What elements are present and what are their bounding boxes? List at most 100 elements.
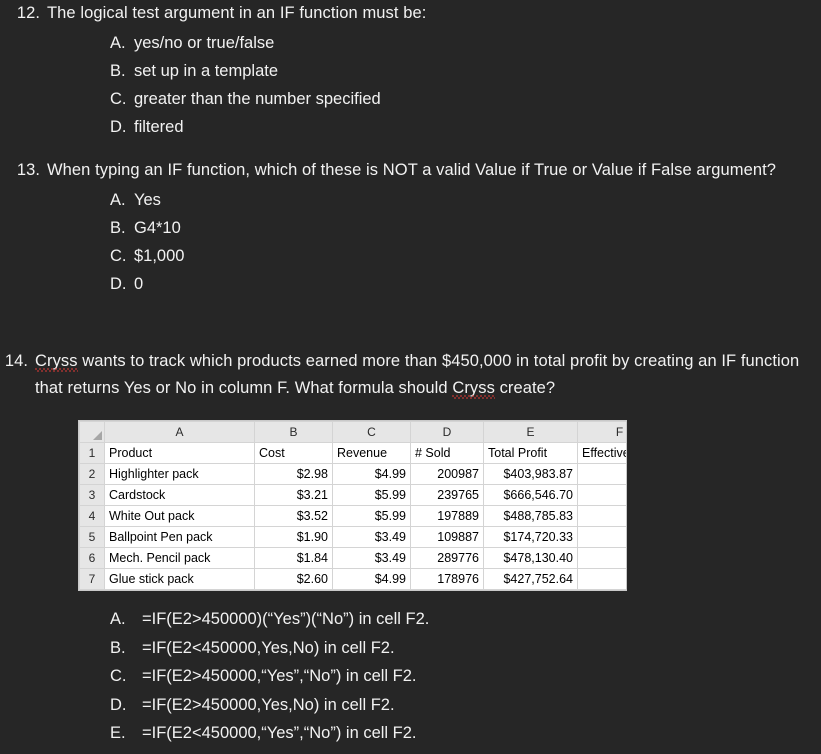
- cell-d6[interactable]: 289776: [410, 547, 484, 569]
- question-13-option-c[interactable]: C. $1,000: [110, 242, 821, 270]
- cell-c4[interactable]: $5.99: [332, 505, 411, 527]
- question-14-option-a[interactable]: A. =IF(E2>450000)(“Yes”)(“No”) in cell F…: [110, 605, 821, 634]
- cell-b4[interactable]: $3.52: [254, 505, 333, 527]
- option-text: =IF(E2<450000,Yes,No) in cell F2.: [142, 638, 395, 657]
- cell-d1[interactable]: # Sold: [410, 442, 484, 464]
- cell-b7[interactable]: $2.60: [254, 568, 333, 590]
- table-row: 1 Product Cost Revenue # Sold Total Prof…: [79, 442, 626, 464]
- cell-a5[interactable]: Ballpoint Pen pack: [104, 526, 255, 548]
- column-header-a[interactable]: A: [104, 421, 255, 443]
- cell-f5[interactable]: [577, 526, 626, 548]
- question-12-option-b[interactable]: B. set up in a template: [110, 57, 821, 85]
- select-all-corner[interactable]: [79, 421, 105, 443]
- quiz-page: 12. The logical test argument in an IF f…: [0, 0, 821, 754]
- cell-d3[interactable]: 239765: [410, 484, 484, 506]
- cell-f6[interactable]: [577, 547, 626, 569]
- question-13-option-b[interactable]: B. G4*10: [110, 214, 821, 242]
- cell-f3[interactable]: [577, 484, 626, 506]
- option-letter: C.: [110, 246, 127, 265]
- cell-e3[interactable]: $666,546.70: [483, 484, 578, 506]
- question-14-options: A. =IF(E2>450000)(“Yes”)(“No”) in cell F…: [0, 605, 821, 748]
- cell-e6[interactable]: $478,130.40: [483, 547, 578, 569]
- table-row: 7 Glue stick pack $2.60 $4.99 178976 $42…: [79, 568, 626, 590]
- option-letter: E.: [110, 724, 126, 743]
- option-letter: A.: [110, 33, 126, 52]
- row-header-4[interactable]: 4: [79, 505, 105, 527]
- question-14: 14. Cryss wants to track which products …: [0, 348, 821, 401]
- question-13-option-d[interactable]: D. 0: [110, 270, 821, 298]
- row-header-2[interactable]: 2: [79, 463, 105, 485]
- cell-f7[interactable]: [577, 568, 626, 590]
- cell-c6[interactable]: $3.49: [332, 547, 411, 569]
- cell-b3[interactable]: $3.21: [254, 484, 333, 506]
- question-13-options: A. Yes B. G4*10 C. $1,000 D. 0: [0, 186, 821, 298]
- question-14-option-d[interactable]: D. =IF(E2>450000,Yes,No) in cell F2.: [110, 691, 821, 720]
- question-12-option-a[interactable]: A. yes/no or true/false: [110, 29, 821, 57]
- option-letter: B.: [110, 61, 126, 80]
- question-12-options: A. yes/no or true/false B. set up in a t…: [0, 29, 821, 141]
- table-row: 3 Cardstock $3.21 $5.99 239765 $666,546.…: [79, 484, 626, 506]
- cell-c5[interactable]: $3.49: [332, 526, 411, 548]
- cell-e5[interactable]: $174,720.33: [483, 526, 578, 548]
- option-text: 0: [134, 274, 144, 293]
- question-14-number: 14.: [4, 352, 28, 370]
- question-14-option-e[interactable]: E. =IF(E2<450000,“Yes”,“No”) in cell F2.: [110, 719, 821, 748]
- cell-a1[interactable]: Product: [104, 442, 255, 464]
- cell-c1[interactable]: Revenue: [332, 442, 411, 464]
- question-14-option-b[interactable]: B. =IF(E2<450000,Yes,No) in cell F2.: [110, 634, 821, 663]
- cell-e4[interactable]: $488,785.83: [483, 505, 578, 527]
- cell-b1[interactable]: Cost: [254, 442, 333, 464]
- cell-d5[interactable]: 109887: [410, 526, 484, 548]
- row-header-3[interactable]: 3: [79, 484, 105, 506]
- cell-e7[interactable]: $427,752.64: [483, 568, 578, 590]
- cell-a3[interactable]: Cardstock: [104, 484, 255, 506]
- row-header-5[interactable]: 5: [79, 526, 105, 548]
- option-letter: B.: [110, 638, 126, 657]
- cell-e2[interactable]: $403,983.87: [483, 463, 578, 485]
- table-row: 2 Highlighter pack $2.98 $4.99 200987 $4…: [79, 463, 626, 485]
- column-header-f[interactable]: F: [577, 421, 626, 443]
- question-12-option-c[interactable]: C. greater than the number specified: [110, 85, 821, 113]
- cell-a7[interactable]: Glue stick pack: [104, 568, 255, 590]
- cell-d7[interactable]: 178976: [410, 568, 484, 590]
- column-header-c[interactable]: C: [332, 421, 411, 443]
- cell-b5[interactable]: $1.90: [254, 526, 333, 548]
- cell-a4[interactable]: White Out pack: [104, 505, 255, 527]
- cell-f1[interactable]: Effective?: [577, 442, 626, 464]
- column-header-e[interactable]: E: [483, 421, 578, 443]
- option-text: =IF(E2>450000)(“Yes”)(“No”) in cell F2.: [142, 610, 430, 628]
- cell-d4[interactable]: 197889: [410, 505, 484, 527]
- option-text: set up in a template: [134, 61, 279, 80]
- question-14-option-c[interactable]: C. =IF(E2>450000,“Yes”,“No”) in cell F2.: [110, 662, 821, 691]
- option-text: =IF(E2<450000,“Yes”,“No”) in cell F2.: [142, 724, 417, 743]
- row-header-1[interactable]: 1: [79, 442, 105, 464]
- option-text: =IF(E2>450000,“Yes”,“No”) in cell F2.: [142, 667, 417, 686]
- row-header-6[interactable]: 6: [79, 547, 105, 569]
- cell-c2[interactable]: $4.99: [332, 463, 411, 485]
- question-12-text: The logical test argument in an IF funct…: [47, 4, 427, 22]
- question-13-stem: 13. When typing an IF function, which of…: [0, 157, 821, 184]
- cell-a2[interactable]: Highlighter pack: [104, 463, 255, 485]
- table-row: 5 Ballpoint Pen pack $1.90 $3.49 109887 …: [79, 526, 626, 548]
- option-text: yes/no or true/false: [134, 33, 275, 52]
- question-14-text: Cryss wants to track which products earn…: [35, 348, 821, 401]
- option-letter: C.: [110, 89, 127, 108]
- cell-d2[interactable]: 200987: [410, 463, 484, 485]
- column-header-b[interactable]: B: [254, 421, 333, 443]
- question-12-option-d[interactable]: D. filtered: [110, 113, 821, 141]
- cell-f4[interactable]: [577, 505, 626, 527]
- question-14-text-segment-2: wants to track which products earned mor…: [35, 352, 800, 397]
- cell-a6[interactable]: Mech. Pencil pack: [104, 547, 255, 569]
- cell-e1[interactable]: Total Profit: [483, 442, 578, 464]
- row-header-7[interactable]: 7: [79, 568, 105, 590]
- cell-b6[interactable]: $1.84: [254, 547, 333, 569]
- question-13-option-a[interactable]: A. Yes: [110, 186, 821, 214]
- option-letter: A.: [110, 610, 126, 628]
- option-letter: A.: [110, 190, 126, 209]
- cell-b2[interactable]: $2.98: [254, 463, 333, 485]
- cell-f2[interactable]: [577, 463, 626, 485]
- option-letter: D.: [110, 274, 127, 293]
- column-header-d[interactable]: D: [410, 421, 484, 443]
- cell-c7[interactable]: $4.99: [332, 568, 411, 590]
- cell-c3[interactable]: $5.99: [332, 484, 411, 506]
